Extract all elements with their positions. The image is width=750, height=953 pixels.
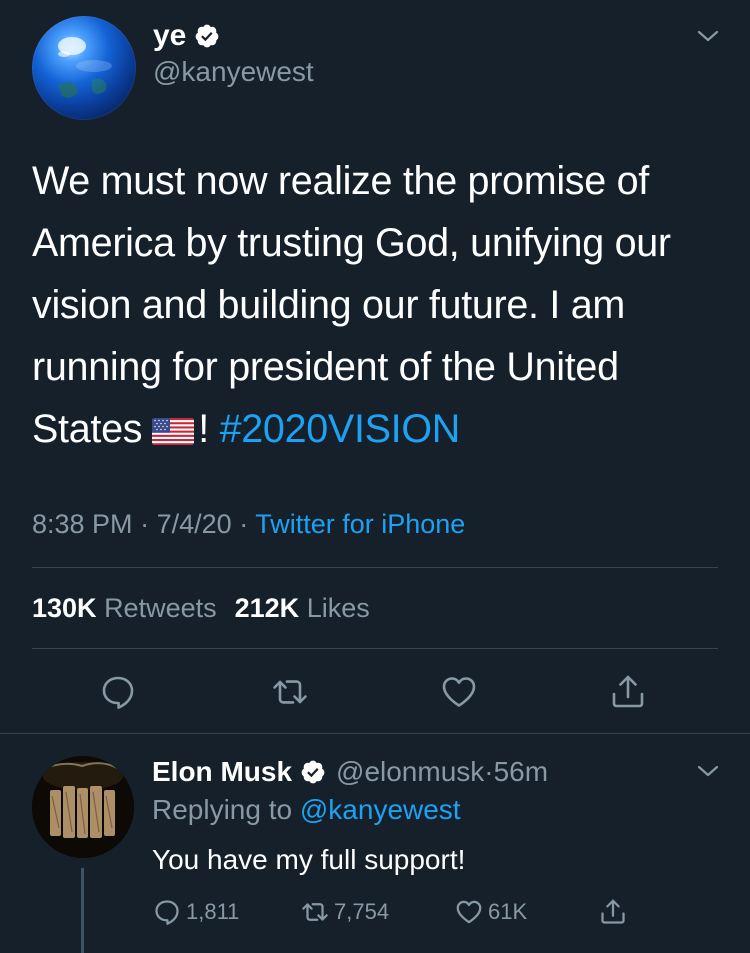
- reply-separator: ·: [484, 756, 494, 787]
- like-icon: [456, 900, 482, 924]
- retweet-icon: [302, 903, 328, 921]
- retweets-label: Retweets: [104, 593, 217, 623]
- reply-reply-button[interactable]: 1,811: [152, 894, 239, 930]
- avatar[interactable]: [32, 16, 136, 120]
- verified-badge-icon: [194, 23, 220, 49]
- avatar[interactable]: [32, 756, 134, 858]
- hashtag-link[interactable]: #2020VISION: [220, 407, 461, 451]
- likes-stat[interactable]: 212K Likes: [235, 593, 370, 623]
- share-icon[interactable]: [608, 672, 648, 712]
- reply-text: You have my full support!: [152, 844, 466, 875]
- tweet-action-bar: [0, 668, 750, 716]
- author-name-row[interactable]: ye: [153, 18, 220, 54]
- like-icon[interactable]: [439, 672, 479, 712]
- tweet-source-link[interactable]: Twitter for iPhone: [255, 509, 465, 539]
- chevron-down-icon[interactable]: [694, 757, 722, 785]
- us-flag-emoji-icon: [152, 418, 195, 445]
- divider: [32, 648, 718, 649]
- exclamation-text: !: [198, 407, 209, 451]
- retweets-stat[interactable]: 130K Retweets: [32, 593, 217, 623]
- section-divider: [0, 733, 750, 734]
- like-count: 61K: [488, 899, 528, 924]
- divider: [32, 567, 718, 568]
- reply-author-name[interactable]: Elon Musk: [152, 754, 292, 790]
- replying-to-line: Replying to @kanyewest: [152, 792, 461, 828]
- engagement-counts: 130K Retweets 212K Likes: [32, 588, 370, 628]
- author-handle[interactable]: @kanyewest: [153, 56, 314, 88]
- elonmusk-avatar-icon: [32, 756, 134, 858]
- replying-to-mention-link[interactable]: @kanyewest: [300, 794, 461, 825]
- reply-like-button[interactable]: 61K: [454, 894, 527, 930]
- tweet-detail-screen: ye @kanyewest We must now realize the pr…: [0, 0, 750, 953]
- likes-count: 212K: [234, 593, 300, 623]
- reply-author-row: Elon Musk @elonmusk · 56m: [152, 754, 548, 790]
- likes-label: Likes: [306, 593, 370, 623]
- retweet-icon[interactable]: [270, 672, 310, 712]
- verified-badge-icon: [300, 759, 326, 785]
- author-name[interactable]: ye: [153, 18, 186, 54]
- reply-time: 56m: [493, 756, 549, 787]
- reply-share-button[interactable]: [598, 894, 628, 930]
- replying-to-label: Replying to: [152, 794, 293, 825]
- share-icon: [601, 899, 625, 924]
- reply-retweet-button[interactable]: 7,754: [300, 894, 389, 930]
- retweet-count: 7,754: [334, 899, 390, 924]
- tweet-meta: 8:38 PM · 7/4/20 · Twitter for iPhone: [32, 504, 465, 544]
- tweet-time: 8:38 PM: [32, 509, 133, 539]
- earth-avatar-icon: [58, 37, 112, 98]
- reply-action-bar: 1,811 7,754 61K: [0, 894, 750, 930]
- tweet-text: We must now realize the promise of Ameri…: [32, 150, 722, 460]
- reply-icon: [155, 900, 179, 925]
- tweet-date: 7/4/20: [156, 509, 232, 539]
- reply-author-handle[interactable]: @elonmusk: [336, 754, 484, 790]
- meta-separator: ·: [239, 509, 249, 539]
- meta-separator: ·: [140, 509, 150, 539]
- retweets-count: 130K: [32, 593, 97, 623]
- chevron-down-icon[interactable]: [694, 22, 722, 50]
- reply-count: 1,811: [186, 899, 240, 924]
- reply-icon[interactable]: [98, 672, 138, 712]
